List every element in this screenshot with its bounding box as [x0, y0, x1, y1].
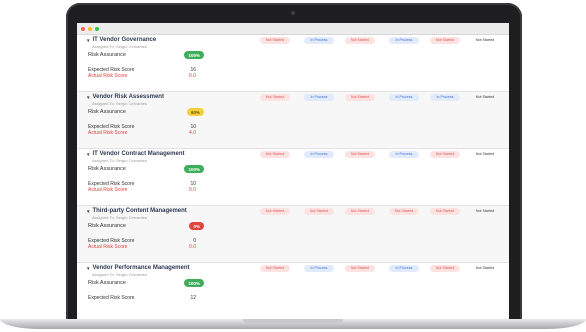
section-vendor-risk-assessment: ▼ Vendor Risk Assessment Assigned To: Se… [77, 92, 509, 149]
actual-risk-label: Actual Risk Score [88, 73, 128, 79]
status-row: Not Started In Process Not Started In Pr… [77, 37, 509, 46]
risk-assurance-badge: 100% [184, 51, 204, 59]
status-badge[interactable]: Not Started [470, 265, 500, 272]
status-badge[interactable]: In Process [389, 151, 419, 158]
risk-assurance-label: Risk Assurance [88, 166, 126, 172]
status-badge[interactable]: In Process [430, 94, 460, 101]
window-titlebar [77, 23, 509, 35]
status-badge[interactable]: Not Started [430, 265, 460, 272]
maximize-window-icon[interactable] [95, 26, 99, 31]
actual-risk-label: Actual Risk Score [88, 244, 128, 250]
status-badge[interactable]: In Process [389, 37, 419, 44]
risk-assurance-badge: 60% [186, 108, 204, 116]
risk-assurance-badge: 100% [184, 279, 204, 287]
section-vendor-performance-management: ▼ Vendor Performance Management Assigned… [77, 263, 509, 319]
risk-assurance-badge: 0% [189, 222, 204, 230]
app-window: ▼ IT Vendor Governance Assigned To: Serg… [77, 23, 509, 319]
status-badge[interactable]: In Process [304, 151, 334, 158]
risk-assurance-label: Risk Assurance [88, 280, 126, 286]
risk-assurance-label: Risk Assurance [88, 109, 126, 115]
status-badge[interactable]: Not Started [470, 151, 500, 158]
section-it-vendor-governance: ▼ IT Vendor Governance Assigned To: Serg… [77, 35, 509, 92]
laptop-notch [243, 319, 343, 323]
camera-icon [291, 11, 295, 15]
minimize-window-icon[interactable] [88, 26, 92, 31]
status-badge[interactable]: In Process [304, 94, 334, 101]
expected-risk-value: 12 [190, 295, 196, 301]
control-sections: ▼ IT Vendor Governance Assigned To: Serg… [77, 35, 509, 319]
risk-assurance-label: Risk Assurance [88, 223, 126, 229]
status-badge[interactable]: Not Started [260, 94, 290, 101]
close-window-icon[interactable] [81, 26, 85, 31]
status-badge[interactable]: In Process [304, 37, 334, 44]
actual-risk-value: 0.0 [189, 187, 196, 193]
status-badge[interactable]: Not Started [430, 37, 460, 44]
status-badge[interactable]: In Process [389, 265, 419, 272]
status-badge[interactable]: Not Started [470, 94, 500, 101]
expected-risk-label: Expected Risk Score [88, 295, 135, 301]
section-it-vendor-contract-management: ▼ IT Vendor Contract Management Assigned… [77, 149, 509, 206]
status-badge[interactable]: Not Started [345, 37, 375, 44]
status-badge[interactable]: Not Started [260, 265, 290, 272]
actual-risk-value: 0.0 [189, 73, 196, 79]
status-badge[interactable]: Not Started [304, 208, 334, 215]
actual-risk-label: Actual Risk Score [88, 130, 128, 136]
status-badge[interactable]: Not Started [345, 151, 375, 158]
status-row: Not Started In Process Not Started In Pr… [77, 94, 509, 103]
status-badge[interactable]: Not Started [389, 208, 419, 215]
status-badge[interactable]: Not Started [345, 208, 375, 215]
actual-risk-value: 4.0 [189, 130, 196, 136]
status-badge[interactable]: Not Started [260, 208, 290, 215]
status-row: Not Started In Process Not Started In Pr… [77, 265, 509, 274]
status-badge[interactable]: Not Started [470, 208, 500, 215]
status-row: Not Started Not Started Not Started Not … [77, 208, 509, 217]
status-badge[interactable]: Not Started [470, 37, 500, 44]
status-badge[interactable]: In Process [304, 265, 334, 272]
status-badge[interactable]: Not Started [430, 151, 460, 158]
status-row: Not Started In Process Not Started In Pr… [77, 151, 509, 160]
status-badge[interactable]: Not Started [345, 265, 375, 272]
section-third-party-content-management: ▼ Third-party Content Management Assigne… [77, 206, 509, 263]
status-badge[interactable]: Not Started [345, 94, 375, 101]
status-badge[interactable]: Not Started [260, 37, 290, 44]
status-badge[interactable]: Not Started [260, 151, 290, 158]
risk-assurance-badge: 100% [184, 165, 204, 173]
status-badge[interactable]: In Process [389, 94, 419, 101]
actual-risk-value: 0.0 [189, 244, 196, 250]
risk-assurance-label: Risk Assurance [88, 52, 126, 58]
actual-risk-label: Actual Risk Score [88, 187, 128, 193]
status-badge[interactable]: Not Started [430, 208, 460, 215]
